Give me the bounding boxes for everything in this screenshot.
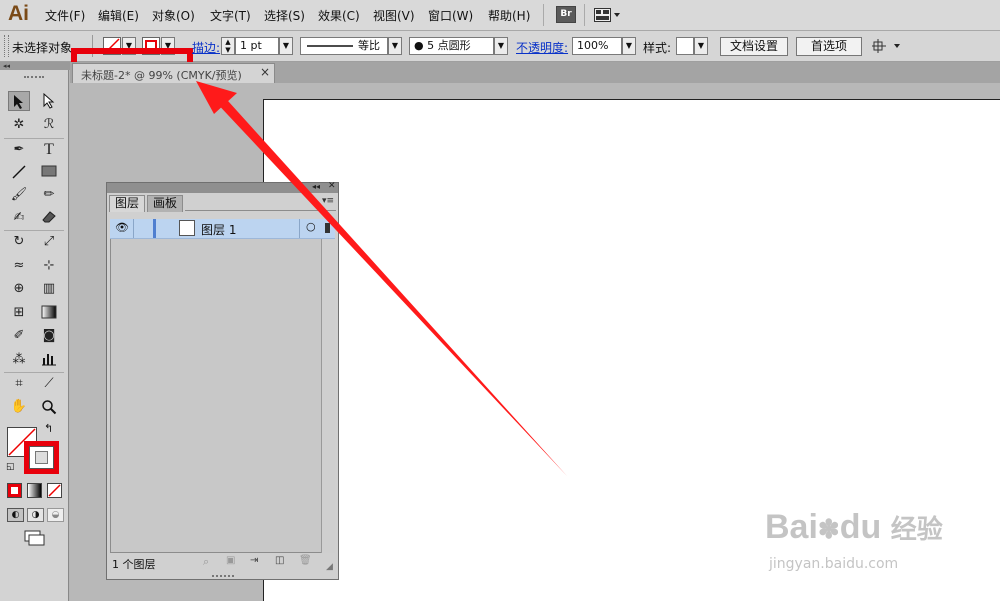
paw-icon: ✽ — [817, 514, 840, 544]
watermark-brand: Bai — [765, 508, 818, 546]
watermark-url: jingyan.baidu.com — [769, 556, 899, 572]
baidu-watermark: Bai✽du 经验 jingyan.baidu.com — [765, 500, 985, 590]
arrow-shaft — [212, 91, 567, 476]
watermark-brand-suffix: du — [839, 508, 882, 546]
watermark-sub: 经验 — [890, 514, 943, 544]
